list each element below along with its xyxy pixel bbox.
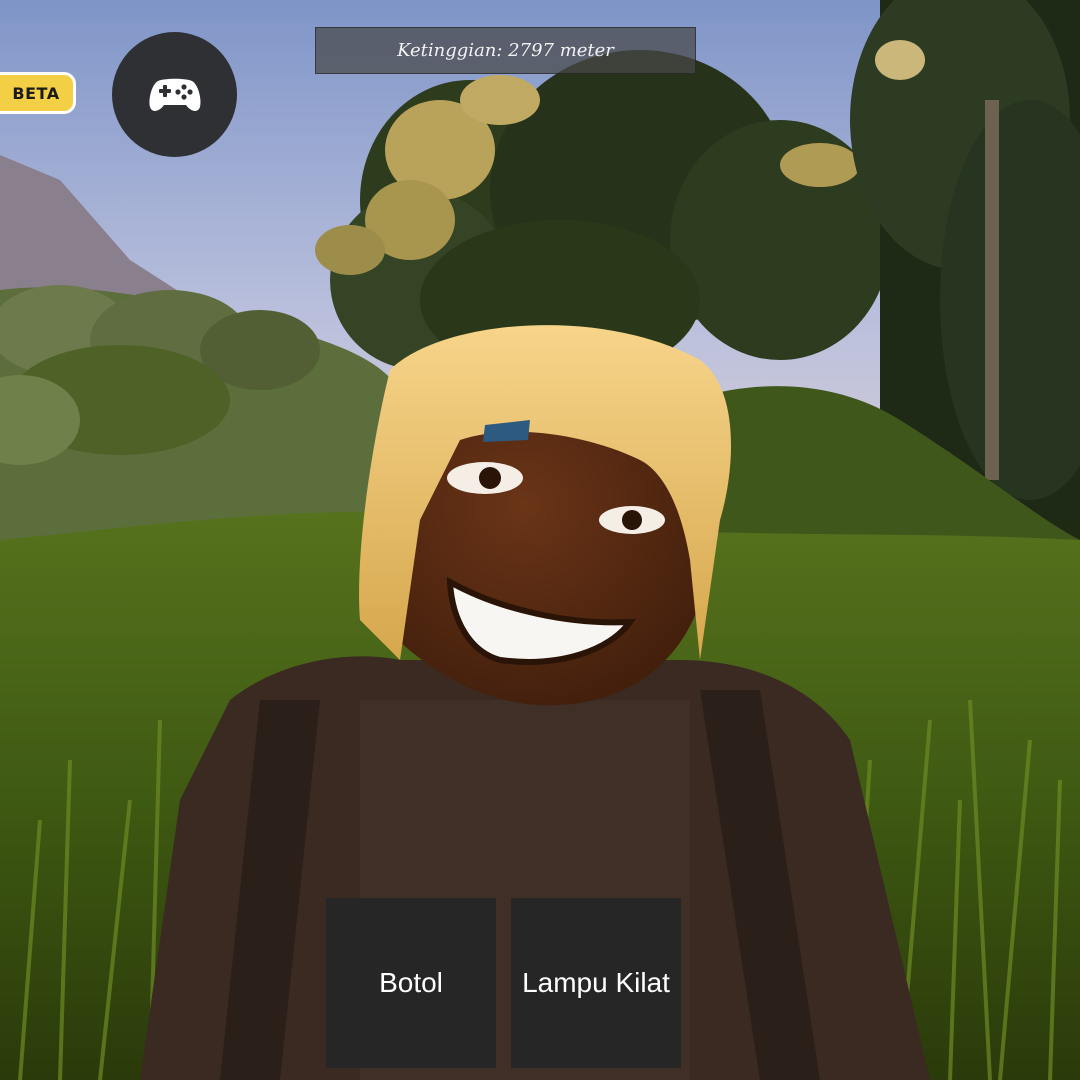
- altitude-text: Ketinggian: 2797 meter: [397, 40, 614, 61]
- hotbar-slot-label: Lampu Kilat: [522, 967, 670, 998]
- beta-label: BETA: [12, 83, 60, 103]
- beta-badge: BETA: [0, 72, 76, 114]
- gamepad-icon: [148, 78, 201, 111]
- game-menu-button[interactable]: [112, 32, 237, 157]
- altitude-display: Ketinggian: 2797 meter: [315, 27, 696, 74]
- hotbar-slot-bottle[interactable]: Botol: [326, 898, 496, 1068]
- hotbar-slot-label: Botol: [379, 967, 443, 998]
- hotbar-slot-flashlight[interactable]: Lampu Kilat: [511, 898, 681, 1068]
